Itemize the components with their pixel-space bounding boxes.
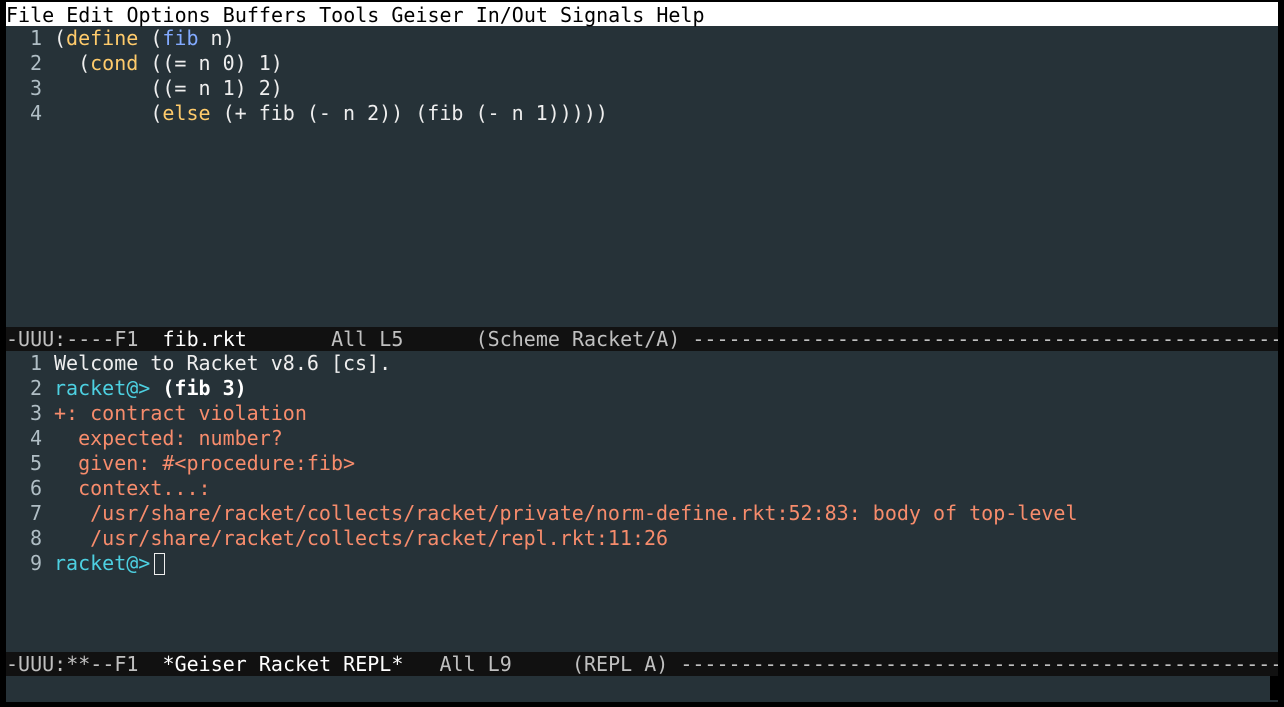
minibuffer[interactable] — [6, 676, 1278, 702]
line-number: 4 — [29, 101, 42, 125]
line-number: 1 — [29, 351, 42, 375]
error-detail: context...: — [54, 476, 211, 500]
repl-line[interactable]: 9 racket@> — [6, 551, 1278, 576]
code-line[interactable]: 4 (else (+ fib (- n 2)) (fib (- n 1))))) — [6, 101, 1278, 126]
error-detail: given: #<procedure:fib> — [54, 451, 356, 475]
major-mode[interactable]: (Scheme Racket/A) — [476, 327, 693, 351]
keyword-token: cond — [90, 51, 139, 75]
keyword-token: define — [66, 26, 139, 50]
code-token: ( — [138, 26, 163, 50]
buffer-status: -UUU:----F1 — [6, 327, 163, 351]
repl-line[interactable]: 6 context...: — [6, 476, 1278, 501]
error-context-link[interactable]: /usr/share/racket/collects/racket/repl.r… — [54, 526, 668, 550]
mode-line-filler: ----------------------------------------… — [680, 652, 1278, 676]
mode-line-repl[interactable]: -UUU:**--F1 *Geiser Racket REPL* All L9 … — [6, 652, 1278, 676]
menu-geiser[interactable]: Geiser — [391, 3, 463, 27]
repl-line[interactable]: 7 /usr/share/racket/collects/racket/priv… — [6, 501, 1278, 526]
menu-buffers[interactable]: Buffers — [223, 3, 307, 27]
welcome-message: Welcome to Racket v8.6 [cs]. — [54, 351, 392, 375]
code-line[interactable]: 2 (cond ((= n 0) 1) — [6, 51, 1278, 76]
line-number: 7 — [29, 501, 42, 525]
repl-line[interactable]: 8 /usr/share/racket/collects/racket/repl… — [6, 526, 1278, 551]
repl-input: (fib 3) — [162, 376, 247, 400]
mode-line-editor[interactable]: -UUU:----F1 fib.rkt All L5 (Scheme Racke… — [6, 327, 1278, 351]
line-number: 3 — [29, 76, 42, 100]
line-number: 4 — [29, 426, 42, 450]
menu-in-out[interactable]: In/Out — [476, 3, 548, 27]
repl-window[interactable]: 1 Welcome to Racket v8.6 [cs]. 2 racket@> … — [6, 351, 1278, 651]
line-number: 6 — [29, 476, 42, 500]
mode-line-filler: ----------------------------------------… — [692, 327, 1278, 351]
repl-line[interactable]: 4 expected: number? — [6, 426, 1278, 451]
menu-tools[interactable]: Tools — [319, 3, 379, 27]
code-line[interactable]: 1 (define (fib n) — [6, 26, 1278, 51]
code-token: ((= n 1) 2) — [150, 76, 283, 100]
repl-line[interactable]: 2 racket@> (fib 3) — [6, 376, 1278, 401]
menu-options[interactable]: Options — [126, 3, 210, 27]
line-number: 8 — [29, 526, 42, 550]
code-token: ( — [54, 26, 67, 50]
error-message: +: contract violation — [54, 401, 307, 425]
menu-file[interactable]: File — [6, 3, 54, 27]
error-detail: expected: number? — [54, 426, 283, 450]
code-token: ((= n 0) 1) — [138, 51, 283, 75]
repl-prompt: racket@> — [54, 551, 151, 575]
emacs-frame: File Edit Options Buffers Tools Geiser I… — [6, 2, 1278, 702]
menu-bar: File Edit Options Buffers Tools Geiser I… — [6, 2, 1278, 27]
menu-help[interactable]: Help — [656, 3, 704, 27]
repl-line[interactable]: 5 given: #<procedure:fib> — [6, 451, 1278, 476]
line-number: 2 — [29, 376, 42, 400]
menu-signals[interactable]: Signals — [560, 3, 644, 27]
code-token: ( — [54, 101, 163, 125]
editor-window[interactable]: 1 (define (fib n) 2 (cond ((= n 0) 1) 3 (… — [6, 26, 1278, 326]
buffer-status: -UUU:**--F1 — [6, 652, 163, 676]
code-token: (+ fib (- n 2)) (fib (- n 1))))) — [210, 101, 608, 125]
buffer-position: All L5 — [246, 327, 476, 351]
major-mode[interactable]: (REPL A) — [572, 652, 680, 676]
buffer-name[interactable]: *Geiser Racket REPL* — [163, 652, 404, 676]
repl-line[interactable]: 3 +: contract violation — [6, 401, 1278, 426]
line-number: 9 — [29, 551, 42, 575]
code-token: ( — [54, 51, 91, 75]
code-token: n) — [198, 26, 235, 50]
menu-edit[interactable]: Edit — [66, 3, 114, 27]
error-context-link[interactable]: /usr/share/racket/collects/racket/privat… — [54, 501, 1077, 525]
line-number: 3 — [29, 401, 42, 425]
repl-line[interactable]: 1 Welcome to Racket v8.6 [cs]. — [6, 351, 1278, 376]
text-cursor — [154, 553, 166, 575]
buffer-position: All L9 — [403, 652, 572, 676]
code-line[interactable]: 3 ((= n 1) 2) — [6, 76, 1278, 101]
repl-prompt: racket@> — [54, 376, 151, 400]
keyword-token: else — [162, 101, 211, 125]
line-number: 1 — [29, 26, 42, 50]
line-number: 5 — [29, 451, 42, 475]
frame-corner — [1270, 676, 1284, 700]
line-number: 2 — [29, 51, 42, 75]
function-name-token: fib — [162, 26, 199, 50]
buffer-name[interactable]: fib.rkt — [163, 327, 247, 351]
